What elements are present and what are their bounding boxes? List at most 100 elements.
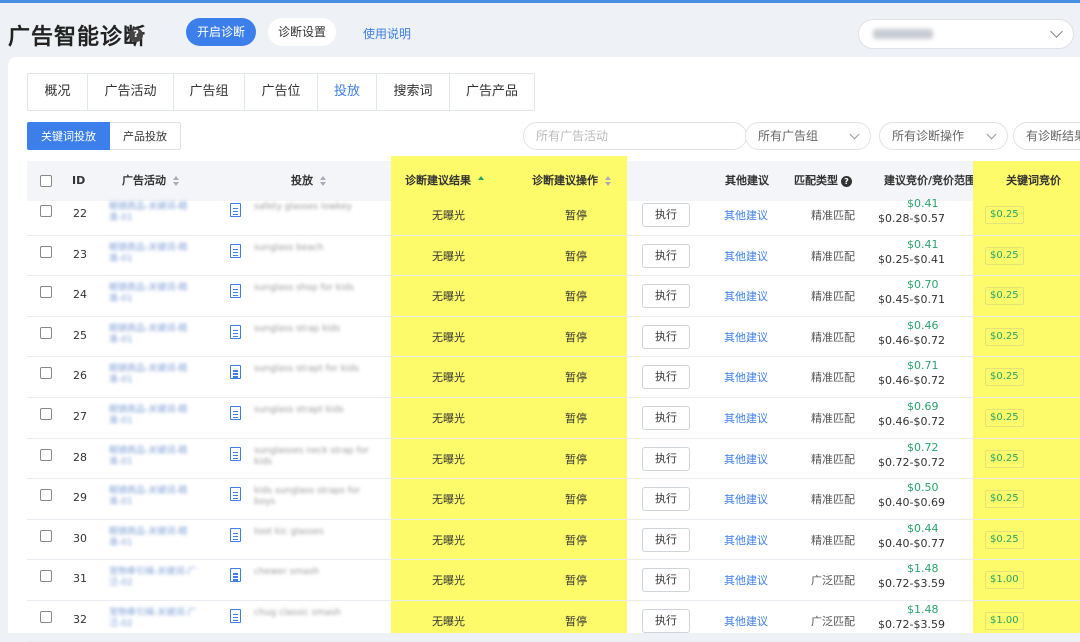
execute-button[interactable]: 执行 <box>642 365 690 390</box>
row-checkbox[interactable] <box>40 529 52 542</box>
select-all-checkbox[interactable] <box>40 175 52 187</box>
ad-group-filter[interactable]: 所有广告组 <box>745 122 871 150</box>
operation-filter[interactable]: 所有诊断操作 <box>879 122 1008 150</box>
row-campaign-link[interactable]: 眼镜商品-关键词-精准-01 <box>109 324 209 346</box>
row-checkbox[interactable] <box>40 245 52 258</box>
table-row: 28 眼镜商品-关键词-精准-01 sunglasses neck strap fo… <box>27 439 1080 480</box>
tab-ad-products[interactable]: 广告产品 <box>450 74 534 110</box>
execute-button[interactable]: 执行 <box>642 609 690 633</box>
row-id: 29 <box>73 491 87 505</box>
row-keyword-bid[interactable]: $0.25 <box>985 206 1024 224</box>
campaign-filter-input[interactable]: 所有广告活动 <box>523 122 747 150</box>
page-title: 广告智能诊断 <box>8 25 147 50</box>
sort-icon[interactable] <box>320 176 327 186</box>
other-suggestions-link[interactable]: 其他建议 <box>724 329 768 345</box>
help-icon[interactable]: ? <box>841 175 852 187</box>
row-keyword-bid[interactable]: $0.25 <box>985 246 1024 265</box>
row-checkbox[interactable] <box>40 326 52 339</box>
other-suggestions-link[interactable]: 其他建议 <box>724 207 768 223</box>
execute-button[interactable]: 执行 <box>642 568 690 593</box>
row-checkbox[interactable] <box>40 205 52 217</box>
tab-ad-groups[interactable]: 广告组 <box>174 74 245 110</box>
other-suggestions-link[interactable]: 其他建议 <box>724 410 768 426</box>
row-campaign-link[interactable]: 眼镜商品-关键词-精准-01 <box>109 283 209 305</box>
execute-button[interactable]: 执行 <box>642 203 690 227</box>
tab-placements[interactable]: 广告位 <box>245 74 318 110</box>
row-match-type: 精准匹配 <box>811 290 855 304</box>
row-campaign-link[interactable]: 宠物牵引绳-关键词-广泛-02 <box>109 608 209 630</box>
row-keyword-bid[interactable]: $0.25 <box>985 368 1024 387</box>
document-icon <box>230 284 241 299</box>
chevron-down-icon <box>986 129 997 140</box>
tab-overview[interactable]: 概况 <box>28 74 88 110</box>
other-suggestions-link[interactable]: 其他建议 <box>724 613 768 629</box>
other-suggestions-link[interactable]: 其他建议 <box>724 532 768 548</box>
subtab-product-targeting[interactable]: 产品投放 <box>110 122 181 150</box>
row-keyword-bid[interactable]: $0.25 <box>985 287 1024 306</box>
row-checkbox[interactable] <box>40 367 52 380</box>
result-filter[interactable]: 有诊断结果 <box>1013 122 1080 150</box>
row-campaign-link[interactable]: 眼镜商品-关键词-精准-01 <box>109 486 209 508</box>
row-diag-result: 无曝光 <box>432 412 465 425</box>
execute-button[interactable]: 执行 <box>642 243 690 268</box>
row-campaign-link[interactable]: 眼镜商品-关键词-精准-01 <box>109 405 209 427</box>
tab-targeting[interactable]: 投放 <box>318 74 377 110</box>
row-checkbox[interactable] <box>40 570 52 583</box>
diagnosis-settings-button[interactable]: 诊断设置 <box>268 18 336 46</box>
row-keyword-bid[interactable]: $1.00 <box>985 571 1024 590</box>
row-match-type: 精准匹配 <box>811 493 855 507</box>
execute-button[interactable]: 执行 <box>642 284 690 309</box>
row-campaign-link[interactable]: 眼镜商品-关键词-精准-01 <box>109 202 209 224</box>
row-checkbox[interactable] <box>40 489 52 502</box>
row-checkbox[interactable] <box>40 611 52 623</box>
row-checkbox[interactable] <box>40 408 52 420</box>
row-suggested-bid: $1.48 <box>907 562 939 576</box>
row-keyword-bid[interactable]: $0.25 <box>985 490 1024 509</box>
usage-instructions-link[interactable]: 使用说明 <box>363 25 411 42</box>
tab-campaigns[interactable]: 广告活动 <box>88 74 174 110</box>
main-panel: 概况 广告活动 广告组 广告位 投放 搜索词 广告产品 关键词投放 产品投放 所… <box>8 57 1080 642</box>
sort-asc-icon[interactable] <box>478 176 485 186</box>
row-keyword-bid[interactable]: $0.25 <box>985 530 1024 549</box>
document-icon <box>230 406 241 420</box>
col-diag-action[interactable]: 诊断建议操作 <box>532 161 612 201</box>
row-bid-range: $0.72-$3.59 <box>878 618 945 631</box>
row-keyword-bid[interactable]: $0.25 <box>985 327 1024 346</box>
row-campaign-link[interactable]: 眼镜商品-关键词-精准-01 <box>109 364 209 386</box>
other-suggestions-link[interactable]: 其他建议 <box>724 288 768 304</box>
subtab-keyword-targeting[interactable]: 关键词投放 <box>27 122 110 150</box>
help-icon[interactable]: ? <box>129 28 143 42</box>
row-campaign-link[interactable]: 眼镜商品-关键词-精准-01 <box>109 527 209 549</box>
row-keyword-bid[interactable]: $0.25 <box>985 409 1024 427</box>
other-suggestions-link[interactable]: 其他建议 <box>724 248 768 264</box>
row-id: 32 <box>73 613 87 626</box>
row-keyword-bid[interactable]: $1.00 <box>985 612 1024 630</box>
row-diag-action: 暂停 <box>565 290 587 304</box>
other-suggestions-link[interactable]: 其他建议 <box>724 491 768 507</box>
row-keyword-bid[interactable]: $0.25 <box>985 449 1024 468</box>
row-diag-result: 无曝光 <box>432 452 465 466</box>
row-campaign-link[interactable]: 宠物牵引绳-关键词-广泛-02 <box>109 567 209 589</box>
other-suggestions-link[interactable]: 其他建议 <box>724 369 768 385</box>
document-icon <box>230 243 241 258</box>
document-icon <box>230 609 241 623</box>
row-campaign-link[interactable]: 眼镜商品-关键词-精准-01 <box>109 243 209 265</box>
other-suggestions-link[interactable]: 其他建议 <box>724 451 768 467</box>
execute-button[interactable]: 执行 <box>642 446 690 471</box>
chevron-down-icon <box>1050 25 1063 38</box>
tab-search-terms[interactable]: 搜索词 <box>377 74 450 110</box>
execute-button[interactable]: 执行 <box>642 324 690 349</box>
execute-button[interactable]: 执行 <box>642 487 690 512</box>
row-campaign-link[interactable]: 眼镜商品-关键词-精准-01 <box>109 446 209 468</box>
row-suggested-bid: $0.41 <box>907 197 939 210</box>
other-suggestions-link[interactable]: 其他建议 <box>724 572 768 588</box>
row-checkbox[interactable] <box>40 448 52 461</box>
sort-icon[interactable] <box>173 176 180 186</box>
execute-button[interactable]: 执行 <box>642 527 690 552</box>
execute-button[interactable]: 执行 <box>642 406 690 430</box>
row-id: 28 <box>73 450 87 464</box>
shop-select[interactable] <box>858 19 1074 49</box>
row-checkbox[interactable] <box>40 286 52 299</box>
start-diagnosis-button[interactable]: 开启诊断 <box>186 18 256 46</box>
sort-icon[interactable] <box>605 176 612 186</box>
